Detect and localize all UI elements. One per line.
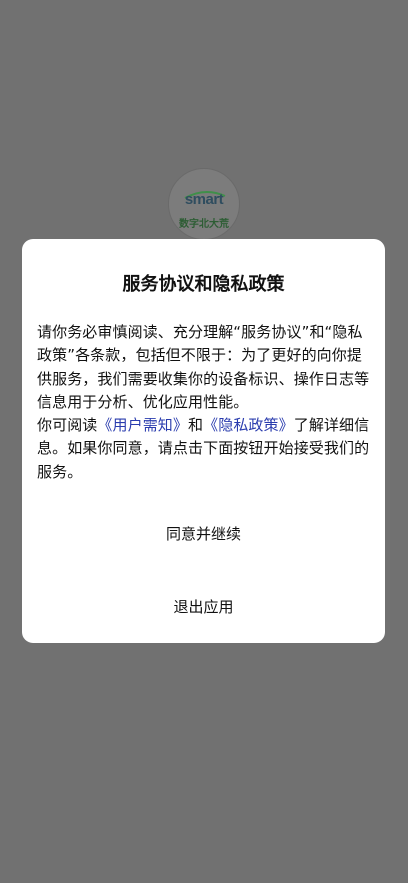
logo-subtitle: 数字北大荒 [179,219,229,230]
reading-paragraph: 你可阅读《用户需知》和《隐私政策》了解详细信息。如果你同意，请点击下面按钮开始接… [37,414,375,484]
dialog-title: 服务协议和隐私政策 [122,274,285,295]
agreement-dialog: 服务协议和隐私政策 请你务必审慎阅读、充分理解“服务协议”和“隐私政策”各条款，… [22,239,385,643]
agreement-paragraph: 请你务必审慎阅读、充分理解“服务协议”和“隐私政策”各条款，包括但不限于：为了更… [37,323,370,411]
privacy-policy-link[interactable]: 《隐私政策》 [203,416,294,434]
reading-prefix: 你可阅读 [37,416,98,435]
exit-app-button[interactable]: 退出应用 [22,588,385,625]
app-logo: smart 数字北大荒 [168,168,240,240]
user-notice-link[interactable]: 《用户需知》 [97,416,188,434]
agree-and-continue-button[interactable]: 同意并继续 [22,515,385,552]
dialog-body: 请你务必审慎阅读、充分理解“服务协议”和“隐私政策”各条款，包括但不限于：为了更… [37,321,375,484]
logo-brand-text: smart [184,191,224,208]
reading-conjunction: 和 [188,416,204,435]
